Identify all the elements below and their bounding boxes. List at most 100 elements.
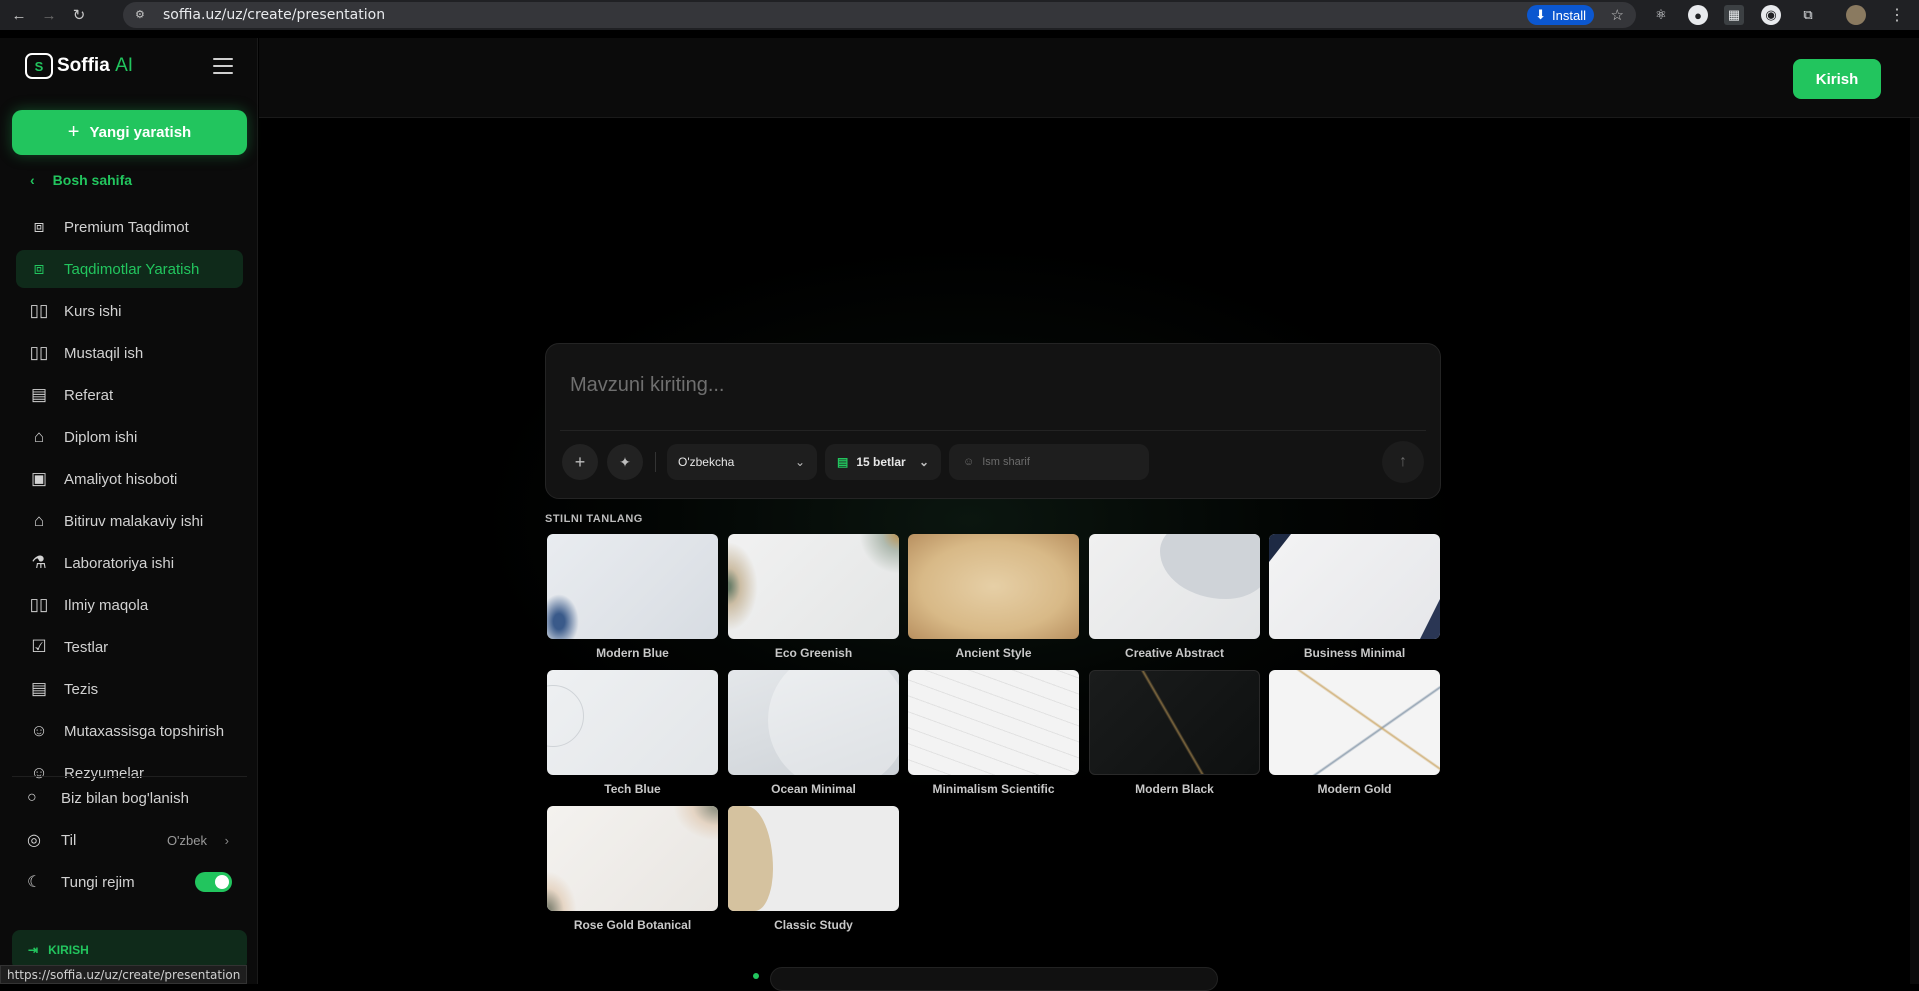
style-card-tech-blue[interactable]: Tech Blue <box>547 670 718 796</box>
address-url[interactable]: soffia.uz/uz/create/presentation <box>163 7 385 23</box>
globe-icon: ◎ <box>27 832 41 849</box>
bookmark-star-icon[interactable]: ☆ <box>1611 6 1624 24</box>
style-card-ancient-style[interactable]: Ancient Style <box>908 534 1079 660</box>
document-icon: ▤ <box>30 679 48 698</box>
sidebar-item-mutaxassisga-topshirish[interactable]: ☺ Mutaxassisga topshirish <box>16 712 243 750</box>
sidebar-item-label: Referat <box>64 386 114 404</box>
style-thumbnail <box>728 670 899 775</box>
style-thumbnail <box>1269 670 1440 775</box>
style-name: Creative Abstract <box>1125 646 1224 660</box>
language-selector[interactable]: ◎ Til O'zbek › <box>12 819 247 861</box>
install-app-button[interactable]: ⬇ Install <box>1527 5 1594 25</box>
status-dot <box>753 973 759 979</box>
login-button[interactable]: Kirish <box>1793 59 1881 99</box>
add-attachment-button[interactable]: + <box>562 444 598 480</box>
extension-circle-icon[interactable]: ● <box>1688 5 1708 25</box>
extension-grid-icon[interactable]: ▦ <box>1724 5 1744 25</box>
bottom-panel[interactable] <box>770 967 1218 991</box>
sidebar-item-label: Laboratoriya ishi <box>64 554 175 572</box>
presentation-crown-icon: ⧈ <box>33 217 45 236</box>
chevron-left-icon: ‹ <box>30 172 35 188</box>
site-settings-icon[interactable]: ⚙ <box>135 8 149 22</box>
hamburger-menu-icon[interactable] <box>213 58 233 74</box>
forward-arrow-icon[interactable]: → <box>38 4 60 26</box>
style-name: Modern Blue <box>596 646 669 660</box>
author-name-field[interactable]: ☺ Ism sharif <box>949 444 1149 480</box>
sidebar-item-amaliyot-hisoboti[interactable]: ▣ Amaliyot hisoboti <box>16 460 243 498</box>
sparkle-settings-icon: ✦ <box>619 453 631 470</box>
sidebar-item-tezis[interactable]: ▤ Tezis <box>16 670 243 708</box>
logo[interactable]: S Soffia AI <box>25 53 133 79</box>
home-link[interactable]: ‹ Bosh sahifa <box>30 172 132 188</box>
address-bar[interactable]: ⚙ soffia.uz/uz/create/presentation ⬇ Ins… <box>123 2 1636 28</box>
sidebar-footer: ○ Biz bilan bog'lanish ◎ Til O'zbek › ☾ … <box>12 776 247 903</box>
sidebar-login-button[interactable]: ⇥ KIRISH <box>12 930 247 970</box>
browser-menu-icon[interactable]: ⋮ <box>1889 5 1905 25</box>
new-create-button[interactable]: + Yangi yaratish <box>12 110 247 155</box>
style-card-modern-gold[interactable]: Modern Gold <box>1269 670 1440 796</box>
top-bar: Kirish <box>259 38 1919 118</box>
pages-select[interactable]: ▤ 15 betlar ⌄ <box>825 444 941 480</box>
logo-ai-text: AI <box>115 55 134 76</box>
contact-us-link[interactable]: ○ Biz bilan bog'lanish <box>12 777 247 819</box>
sidebar-item-premium-taqdimot[interactable]: ⧈ Premium Taqdimot <box>16 208 243 246</box>
sidebar-item-ilmiy-maqola[interactable]: ▯▯ Ilmiy maqola <box>16 586 243 624</box>
language-select[interactable]: O'zbekcha ⌄ <box>667 444 817 480</box>
submit-button[interactable]: ↑ <box>1382 441 1424 483</box>
clipboard-check-icon: ☑ <box>31 637 47 656</box>
scrollbar[interactable] <box>1910 118 1919 984</box>
extension-chat-icon[interactable]: ◉ <box>1761 5 1781 25</box>
sidebar-item-testlar[interactable]: ☑ Testlar <box>16 628 243 666</box>
style-card-creative-abstract[interactable]: Creative Abstract <box>1089 534 1260 660</box>
reload-icon[interactable]: ↻ <box>68 4 90 26</box>
style-thumbnail <box>547 534 718 639</box>
night-mode-label: Tungi rejim <box>61 873 135 891</box>
install-icon: ⬇ <box>1535 7 1547 22</box>
plus-icon: + <box>67 121 80 143</box>
extensions-puzzle-icon[interactable]: ⧉ <box>1798 5 1818 25</box>
language-select-value: O'zbekcha <box>678 455 735 469</box>
ai-settings-button[interactable]: ✦ <box>607 444 643 480</box>
style-section-heading: STILNI TANLANG <box>545 513 643 525</box>
new-create-label: Yangi yaratish <box>89 124 192 141</box>
style-card-modern-blue[interactable]: Modern Blue <box>547 534 718 660</box>
style-card-eco-greenish[interactable]: Eco Greenish <box>728 534 899 660</box>
topic-input[interactable] <box>570 370 1410 400</box>
style-card-modern-black[interactable]: Modern Black <box>1089 670 1260 796</box>
profile-avatar[interactable] <box>1846 5 1866 25</box>
style-thumbnail <box>547 806 718 911</box>
sidebar-item-label: Bitiruv malakaviy ishi <box>64 512 204 530</box>
presentation-chart-icon: ⧈ <box>33 259 45 278</box>
plus-icon: + <box>574 451 586 472</box>
book-open-icon: ▯▯ <box>29 595 49 614</box>
sidebar-item-label: Tezis <box>64 680 99 698</box>
style-name: Minimalism Scientific <box>932 782 1055 796</box>
sidebar-item-mustaqil-ish[interactable]: ▯▯ Mustaqil ish <box>16 334 243 372</box>
style-thumbnail <box>908 534 1079 639</box>
divider <box>560 430 1426 431</box>
sidebar-login-label: KIRISH <box>48 943 89 957</box>
style-card-rose-gold-botanical[interactable]: Rose Gold Botanical <box>547 806 718 932</box>
react-devtools-icon[interactable]: ⚛ <box>1651 5 1671 25</box>
sidebar-item-taqdimotlar-yaratish[interactable]: ⧈ Taqdimotlar Yaratish <box>16 250 243 288</box>
sidebar-item-diplom-ishi[interactable]: ⌂ Diplom ishi <box>16 418 243 456</box>
style-name: Classic Study <box>774 918 853 932</box>
prompt-card: + ✦ O'zbekcha ⌄ ▤ 15 betlar ⌄ ☺ Ism shar… <box>545 343 1441 499</box>
contact-label: Biz bilan bog'lanish <box>61 789 189 807</box>
book-open-icon: ▯▯ <box>29 343 49 362</box>
document-icon: ▤ <box>837 455 849 469</box>
style-card-business-minimal[interactable]: Business Minimal <box>1269 534 1440 660</box>
sidebar-item-laboratoriya-ishi[interactable]: ⚗ Laboratoriya ishi <box>16 544 243 582</box>
style-card-minimalism-scientific[interactable]: Minimalism Scientific <box>908 670 1079 796</box>
sidebar-item-bitiruv-malakaviy-ishi[interactable]: ⌂ Bitiruv malakaviy ishi <box>16 502 243 540</box>
divider <box>655 452 656 472</box>
style-card-classic-study[interactable]: Classic Study <box>728 806 899 932</box>
document-icon: ▤ <box>30 385 48 404</box>
sidebar-item-kurs-ishi[interactable]: ▯▯ Kurs ishi <box>16 292 243 330</box>
back-arrow-icon[interactable]: ← <box>8 4 30 26</box>
style-card-ocean-minimal[interactable]: Ocean Minimal <box>728 670 899 796</box>
night-mode-toggle[interactable] <box>195 872 232 892</box>
night-mode-row: ☾ Tungi rejim <box>12 861 247 903</box>
install-label: Install <box>1552 7 1586 23</box>
sidebar-item-referat[interactable]: ▤ Referat <box>16 376 243 414</box>
